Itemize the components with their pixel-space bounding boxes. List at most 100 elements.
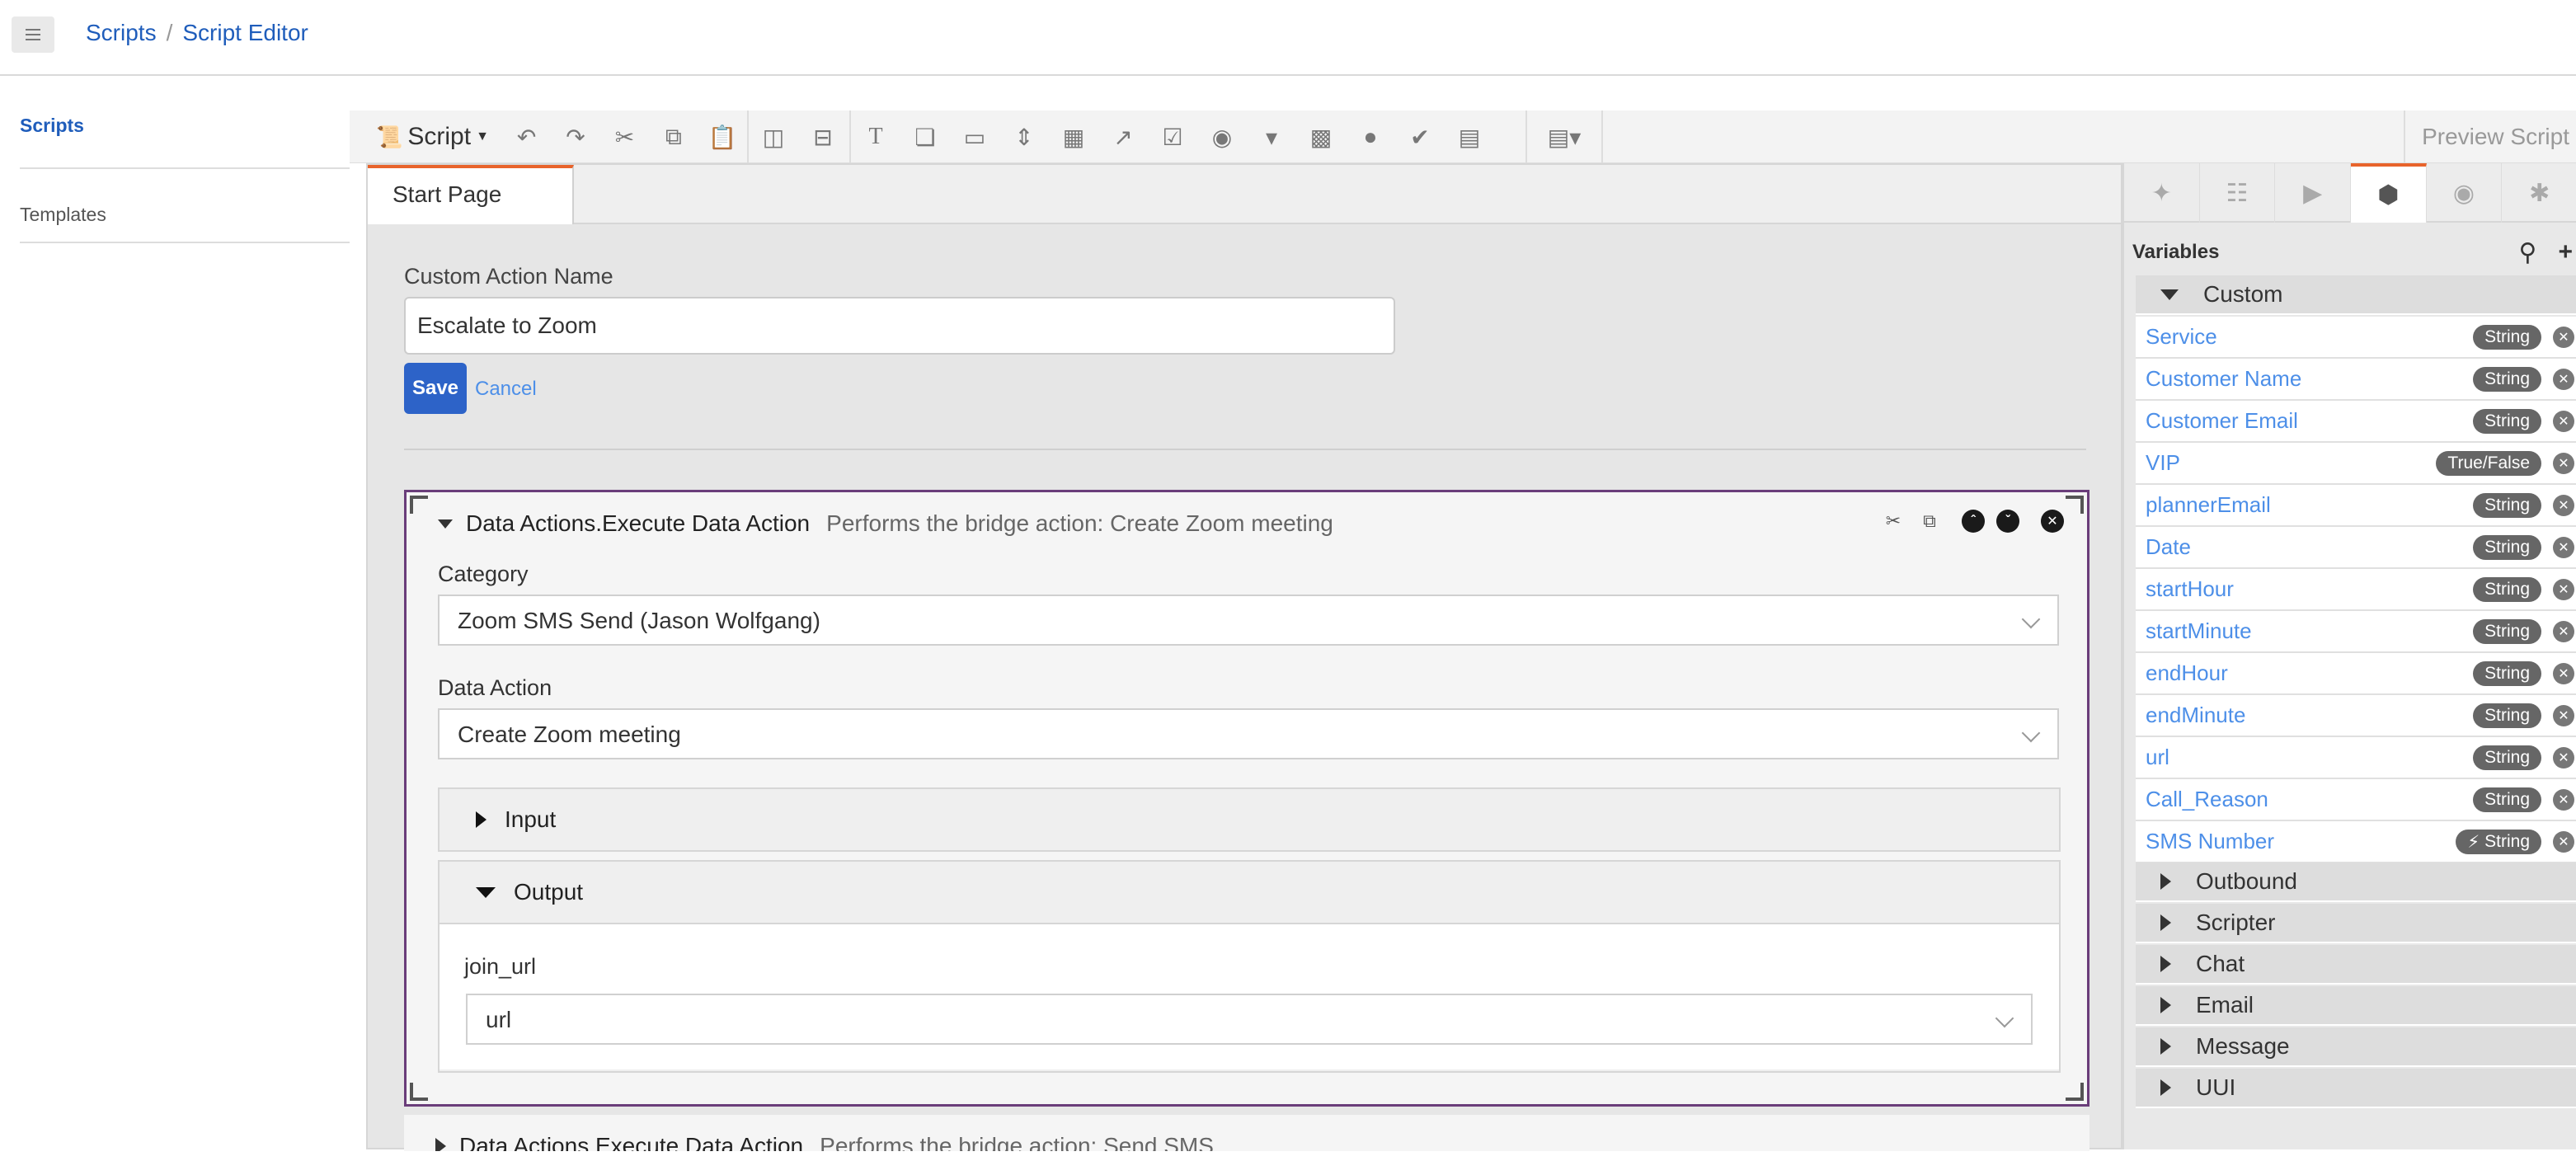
variable-group-custom[interactable]: Custom bbox=[2136, 275, 2576, 315]
calendar-icon[interactable]: ▦ bbox=[1049, 110, 1098, 163]
remove-variable-icon[interactable]: ✕ bbox=[2553, 411, 2574, 432]
variable-name: startMinute bbox=[2146, 618, 2252, 643]
search-icon[interactable]: ⚲ bbox=[2518, 238, 2536, 267]
check-circle-icon[interactable]: ✔ bbox=[1395, 110, 1445, 163]
variable-row[interactable]: Date String ✕ bbox=[2136, 527, 2576, 569]
divider bbox=[404, 449, 2086, 450]
output-section-header[interactable]: Output bbox=[440, 862, 2059, 923]
paste-icon[interactable]: 📋 bbox=[698, 110, 747, 163]
variable-group-email[interactable]: Email bbox=[2136, 986, 2576, 1026]
variable-row[interactable]: Service String ✕ bbox=[2136, 317, 2576, 359]
script-icon: 📜 bbox=[376, 124, 403, 149]
layout-menu-icon[interactable]: ▤▾ bbox=[1527, 110, 1601, 163]
move-up-icon[interactable]: ˆ bbox=[1962, 510, 1985, 533]
breadcrumb-scripts[interactable]: Scripts bbox=[86, 20, 157, 46]
list-box-icon[interactable]: ▤ bbox=[1445, 110, 1494, 163]
variable-group-uui[interactable]: UUI bbox=[2136, 1069, 2576, 1108]
join-url-select[interactable]: url bbox=[466, 994, 2033, 1045]
category-select[interactable]: Zoom SMS Send (Jason Wolfgang) bbox=[438, 595, 2059, 646]
variable-row[interactable]: VIP True/False ✕ bbox=[2136, 443, 2576, 485]
variable-group-outbound[interactable]: Outbound bbox=[2136, 863, 2576, 902]
expand-caret-icon[interactable] bbox=[435, 1138, 446, 1151]
remove-variable-icon[interactable]: ✕ bbox=[2553, 495, 2574, 516]
data-action-select[interactable]: Create Zoom meeting bbox=[438, 708, 2059, 759]
remove-variable-icon[interactable]: ✕ bbox=[2553, 537, 2574, 558]
variable-group-scripter[interactable]: Scripter bbox=[2136, 904, 2576, 943]
play-icon[interactable]: ▶ bbox=[2275, 163, 2352, 223]
variable-row[interactable]: endHour String ✕ bbox=[2136, 653, 2576, 695]
custom-action-name-input[interactable] bbox=[404, 297, 1395, 355]
tab-start-page[interactable]: Start Page bbox=[368, 165, 574, 224]
bug-icon[interactable]: ✱ bbox=[2502, 163, 2576, 223]
add-icon[interactable]: + bbox=[2558, 238, 2573, 267]
input-section-header[interactable]: Input bbox=[440, 789, 2059, 850]
action-card-header[interactable]: Data Actions.Execute Data Action Perform… bbox=[438, 510, 1333, 537]
remove-variable-icon[interactable]: ✕ bbox=[2553, 453, 2574, 474]
variable-group-chat[interactable]: Chat bbox=[2136, 945, 2576, 985]
remove-variable-icon[interactable]: ✕ bbox=[2553, 705, 2574, 726]
image-icon[interactable]: ▩ bbox=[1296, 110, 1346, 163]
sidebar-item-templates[interactable]: Templates bbox=[20, 169, 350, 243]
resize-corner[interactable] bbox=[410, 496, 428, 514]
remove-variable-icon[interactable]: ✕ bbox=[2553, 747, 2574, 769]
remove-variable-icon[interactable]: ✕ bbox=[2553, 621, 2574, 642]
save-button[interactable]: Save bbox=[404, 363, 467, 414]
cut-icon[interactable]: ✂ bbox=[600, 110, 649, 163]
remove-variable-icon[interactable]: ✕ bbox=[2553, 369, 2574, 390]
remove-variable-icon[interactable]: ✕ bbox=[2553, 831, 2574, 853]
variables-header: Variables ⚲ + bbox=[2132, 233, 2576, 272]
variable-row[interactable]: startMinute String ✕ bbox=[2136, 611, 2576, 653]
remove-variable-icon[interactable]: ✕ bbox=[2553, 579, 2574, 600]
join-url-label: join_url bbox=[464, 954, 537, 979]
resize-corner[interactable] bbox=[2066, 1083, 2084, 1101]
action-card-title: Data Actions.Execute Data Action bbox=[466, 510, 811, 536]
remove-variable-icon[interactable]: ✕ bbox=[2553, 663, 2574, 684]
collapse-caret-icon[interactable] bbox=[438, 519, 453, 529]
action-card-send-sms[interactable]: Data Actions.Execute Data Action Perform… bbox=[404, 1115, 2089, 1151]
checkbox-icon[interactable]: ☑ bbox=[1148, 110, 1197, 163]
resize-corner[interactable] bbox=[2066, 496, 2084, 514]
action-card-header[interactable]: Data Actions.Execute Data Action Perform… bbox=[435, 1133, 1214, 1151]
resize-corner[interactable] bbox=[410, 1083, 428, 1101]
cancel-link[interactable]: Cancel bbox=[475, 378, 537, 401]
redo-icon[interactable]: ↷ bbox=[551, 110, 599, 163]
spinner-icon[interactable]: ⇕ bbox=[999, 110, 1049, 163]
dropdown-icon[interactable]: ▾ bbox=[1247, 110, 1296, 163]
eye-icon[interactable]: ◉ bbox=[2427, 163, 2503, 223]
variable-group-message[interactable]: Message bbox=[2136, 1027, 2576, 1067]
puzzle-icon[interactable]: ✦ bbox=[2124, 163, 2200, 223]
link-icon[interactable]: ↗ bbox=[1098, 110, 1148, 163]
hamburger-icon[interactable] bbox=[12, 16, 54, 53]
input-section[interactable]: Input bbox=[438, 787, 2061, 852]
remove-icon[interactable]: ✕ bbox=[2041, 510, 2064, 533]
variable-row[interactable]: Customer Email String ✕ bbox=[2136, 401, 2576, 443]
variable-row[interactable]: Call_Reason String ✕ bbox=[2136, 779, 2576, 821]
action-card-create-zoom[interactable]: Data Actions.Execute Data Action Perform… bbox=[404, 490, 2089, 1107]
web-page-icon[interactable]: ● bbox=[1346, 110, 1395, 163]
variable-row[interactable]: endMinute String ✕ bbox=[2136, 695, 2576, 737]
cut-icon[interactable]: ✂ bbox=[1881, 509, 1906, 533]
copy-icon[interactable]: ⧉ bbox=[649, 110, 698, 163]
button-icon[interactable]: ❏ bbox=[900, 110, 950, 163]
variable-row[interactable]: url String ✕ bbox=[2136, 737, 2576, 779]
variable-row[interactable]: Customer Name String ✕ bbox=[2136, 359, 2576, 401]
remove-variable-icon[interactable]: ✕ bbox=[2553, 327, 2574, 348]
move-down-icon[interactable]: ˇ bbox=[1996, 510, 2019, 533]
preview-script-button[interactable]: Preview Script bbox=[2404, 110, 2576, 163]
breadcrumb-script-editor[interactable]: Script Editor bbox=[182, 20, 308, 46]
insert-column-icon[interactable]: ◫ bbox=[749, 110, 798, 163]
cube-icon[interactable]: ⬢ bbox=[2351, 163, 2427, 223]
remove-variable-icon[interactable]: ✕ bbox=[2553, 789, 2574, 811]
variable-row[interactable]: startHour String ✕ bbox=[2136, 569, 2576, 611]
insert-row-icon[interactable]: ⊟ bbox=[798, 110, 848, 163]
undo-icon[interactable]: ↶ bbox=[502, 110, 551, 163]
textbox-icon[interactable]: ▭ bbox=[950, 110, 999, 163]
variable-row[interactable]: plannerEmail String ✕ bbox=[2136, 485, 2576, 527]
document-icon[interactable]: ☷ bbox=[2200, 163, 2276, 223]
variable-row[interactable]: SMS Number ⚡ String ✕ bbox=[2136, 821, 2576, 863]
radio-icon[interactable]: ◉ bbox=[1197, 110, 1247, 163]
text-icon[interactable]: T bbox=[851, 110, 900, 163]
copy-icon[interactable]: ⧉ bbox=[1917, 509, 1942, 533]
sidebar-item-scripts[interactable]: Scripts bbox=[20, 115, 350, 169]
script-menu-button[interactable]: 📜 Script ▼ bbox=[350, 110, 502, 163]
